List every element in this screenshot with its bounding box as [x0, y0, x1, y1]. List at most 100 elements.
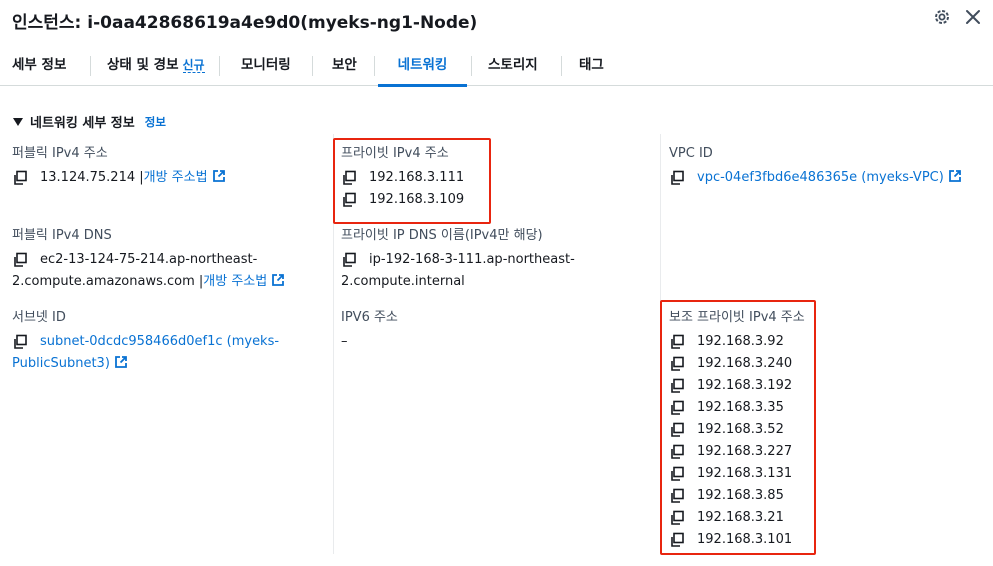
- public-dns-line2: 2.compute.amazonaws.com: [12, 274, 195, 289]
- copy-icon[interactable]: [669, 397, 687, 419]
- copy-icon[interactable]: [669, 353, 687, 375]
- public-ipv4-field: 퍼블릭 IPv4 주소 13.124.75.214 |개방 주소법: [12, 145, 226, 189]
- copy-icon[interactable]: [341, 167, 359, 189]
- tab-divider: [471, 56, 472, 76]
- secondary-ipv4-value: 192.168.3.227: [697, 444, 793, 459]
- vpc-link[interactable]: vpc-04ef3fbd6e486365e (myeks-VPC): [697, 170, 944, 185]
- tab-divider: [90, 56, 91, 76]
- tab-label: 보안: [332, 57, 357, 73]
- private-dns-line2: 2.compute.internal: [341, 274, 465, 289]
- public-ipv4-label: 퍼블릭 IPv4 주소: [12, 146, 108, 161]
- secondary-ipv4-row: 192.168.3.192: [669, 375, 805, 397]
- copy-icon[interactable]: [669, 167, 687, 189]
- secondary-ipv4-list: 192.168.3.92 192.168.3.240 192.168.3.192 19…: [669, 331, 805, 551]
- secondary-ipv4-row: 192.168.3.101: [669, 529, 805, 551]
- secondary-ipv4-row: 192.168.3.85: [669, 485, 805, 507]
- close-icon[interactable]: [965, 9, 981, 25]
- ipv6-value: –: [341, 334, 348, 349]
- secondary-ipv4-value: 192.168.3.85: [697, 488, 784, 503]
- public-ipv4-value: 13.124.75.214: [40, 170, 136, 185]
- secondary-ipv4-row: 192.168.3.131: [669, 463, 805, 485]
- copy-icon[interactable]: [669, 331, 687, 353]
- tab-divider: [312, 56, 313, 76]
- secondary-ipv4-field: 보조 프라이빗 IPv4 주소 192.168.3.92 192.168.3.24…: [669, 309, 805, 551]
- external-link-icon[interactable]: [212, 169, 226, 183]
- private-dns-label: 프라이빗 IP DNS 이름(IPv4만 해당): [341, 228, 543, 243]
- external-link-icon[interactable]: [114, 355, 128, 369]
- tab-tags[interactable]: 태그: [567, 44, 616, 86]
- tab-divider: [219, 56, 220, 76]
- tab-label: 태그: [579, 57, 604, 73]
- tab-networking[interactable]: 네트워킹: [378, 44, 467, 87]
- secondary-ipv4-value: 192.168.3.92: [697, 334, 784, 349]
- open-address-link[interactable]: 개방 주소법: [144, 170, 208, 185]
- caret-down-icon: [13, 117, 23, 126]
- subnet-link[interactable]: subnet-0dcdc958466d0ef1c (myeks-: [40, 331, 279, 353]
- copy-icon[interactable]: [12, 167, 30, 189]
- copy-icon[interactable]: [341, 189, 359, 211]
- gear-icon[interactable]: [933, 8, 951, 26]
- tab-details[interactable]: 세부 정보: [0, 44, 78, 86]
- secondary-ipv4-label: 보조 프라이빗 IPv4 주소: [669, 310, 805, 325]
- private-ipv4-value: 192.168.3.111: [369, 170, 465, 185]
- subnet-label: 서브넷 ID: [12, 310, 66, 325]
- copy-icon[interactable]: [12, 331, 30, 353]
- secondary-ipv4-row: 192.168.3.227: [669, 441, 805, 463]
- copy-icon[interactable]: [12, 249, 30, 271]
- copy-icon[interactable]: [341, 249, 359, 271]
- section-title: 네트워킹 세부 정보: [30, 116, 135, 131]
- tab-monitoring[interactable]: 모니터링: [229, 44, 303, 86]
- tab-storage[interactable]: 스토리지: [476, 44, 550, 86]
- subnet-field: 서브넷 ID subnet-0dcdc958466d0ef1c (myeks- …: [12, 309, 279, 375]
- copy-icon[interactable]: [669, 485, 687, 507]
- copy-icon[interactable]: [669, 463, 687, 485]
- secondary-ipv4-row: 192.168.3.92: [669, 331, 805, 353]
- public-dns-label: 퍼블릭 IPv4 DNS: [12, 228, 112, 243]
- external-link-icon[interactable]: [271, 273, 285, 287]
- copy-icon[interactable]: [669, 419, 687, 441]
- ipv6-label: IPV6 주소: [341, 310, 398, 325]
- external-link-icon[interactable]: [948, 169, 962, 183]
- tab-label: 네트워킹: [397, 57, 448, 73]
- secondary-ipv4-row: 192.168.3.35: [669, 397, 805, 419]
- secondary-ipv4-value: 192.168.3.131: [697, 466, 793, 481]
- private-ipv4-value: 192.168.3.109: [369, 192, 465, 207]
- page-title: 인스턴스: i-0aa42868619a4e9d0(myeks-ng1-Node…: [12, 13, 478, 33]
- ipv6-field: IPV6 주소 –: [341, 309, 398, 353]
- copy-icon[interactable]: [669, 375, 687, 397]
- vpc-label: VPC ID: [669, 146, 713, 161]
- tab-divider: [374, 56, 375, 76]
- secondary-ipv4-value: 192.168.3.35: [697, 400, 784, 415]
- copy-icon[interactable]: [669, 529, 687, 551]
- subnet-link-cont[interactable]: PublicSubnet3): [12, 356, 110, 371]
- tab-status-alarms[interactable]: 상태 및 경보 신규: [95, 44, 217, 86]
- secondary-ipv4-value: 192.168.3.192: [697, 378, 793, 393]
- tab-divider: [561, 56, 562, 76]
- private-ipv4-label: 프라이빗 IPv4 주소: [341, 146, 449, 161]
- tab-security[interactable]: 보안: [320, 44, 369, 86]
- secondary-ipv4-value: 192.168.3.240: [697, 356, 793, 371]
- tab-label: 상태 및 경보: [107, 57, 179, 73]
- private-dns-line1: ip-192-168-3-111.ap-northeast-: [369, 252, 575, 267]
- secondary-ipv4-row: 192.168.3.240: [669, 353, 805, 375]
- modal-header: 인스턴스: i-0aa42868619a4e9d0(myeks-ng1-Node…: [12, 8, 981, 33]
- tab-label: 세부 정보: [12, 57, 67, 73]
- secondary-ipv4-value: 192.168.3.101: [697, 532, 793, 547]
- private-ipv4-field: 프라이빗 IPv4 주소 192.168.3.111 192.168.3.109: [341, 145, 464, 211]
- networking-details-header[interactable]: 네트워킹 세부 정보 정보: [12, 112, 166, 131]
- copy-icon[interactable]: [669, 507, 687, 529]
- public-dns-field: 퍼블릭 IPv4 DNS ec2-13-124-75-214.ap-northe…: [12, 227, 285, 293]
- copy-icon[interactable]: [669, 441, 687, 463]
- tab-bar: 세부 정보 상태 및 경보 신규 모니터링 보안 네트워킹 스토리지 태그: [0, 44, 993, 87]
- public-dns-line1: ec2-13-124-75-214.ap-northeast-: [40, 252, 258, 267]
- secondary-ipv4-row: 192.168.3.21: [669, 507, 805, 529]
- tab-label: 스토리지: [488, 57, 538, 73]
- open-address-link[interactable]: 개방 주소법: [203, 274, 267, 289]
- tab-label: 모니터링: [241, 57, 291, 73]
- secondary-ipv4-value: 192.168.3.52: [697, 422, 784, 437]
- secondary-ipv4-row: 192.168.3.52: [669, 419, 805, 441]
- new-badge: 신규: [182, 58, 205, 73]
- private-dns-field: 프라이빗 IP DNS 이름(IPv4만 해당) ip-192-168-3-11…: [341, 227, 575, 293]
- secondary-ipv4-value: 192.168.3.21: [697, 510, 784, 525]
- info-link[interactable]: 정보: [145, 114, 166, 130]
